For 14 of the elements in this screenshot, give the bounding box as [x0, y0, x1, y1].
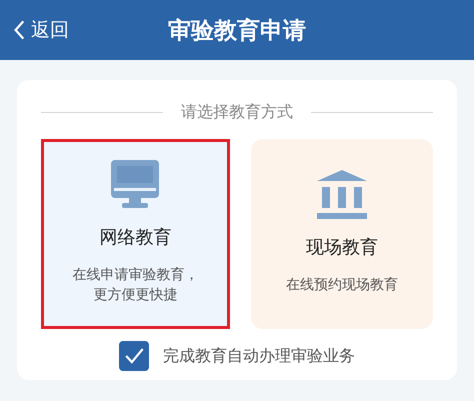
option-title: 网络教育	[99, 226, 172, 249]
page-title: 审验教育申请	[168, 16, 306, 46]
bank-building-icon	[316, 169, 368, 219]
monitor-icon	[110, 159, 160, 209]
option-title: 现场教育	[306, 236, 378, 259]
back-icon	[13, 19, 25, 41]
option-description: 在线申请审验教育， 更方便更快捷	[72, 266, 198, 305]
checkbox[interactable]	[119, 341, 149, 371]
education-option-card[interactable]: 网络教育 在线申请审验教育， 更方便更快捷	[41, 139, 230, 329]
back-button[interactable]: 返回	[0, 17, 69, 43]
section-title: 请选择教育方式	[181, 102, 293, 123]
option-description: 在线预约现场教育	[286, 276, 398, 295]
checkbox-label: 完成教育自动办理审验业务	[163, 346, 355, 366]
education-option-card[interactable]: 现场教育 在线预约现场教育	[250, 139, 433, 329]
